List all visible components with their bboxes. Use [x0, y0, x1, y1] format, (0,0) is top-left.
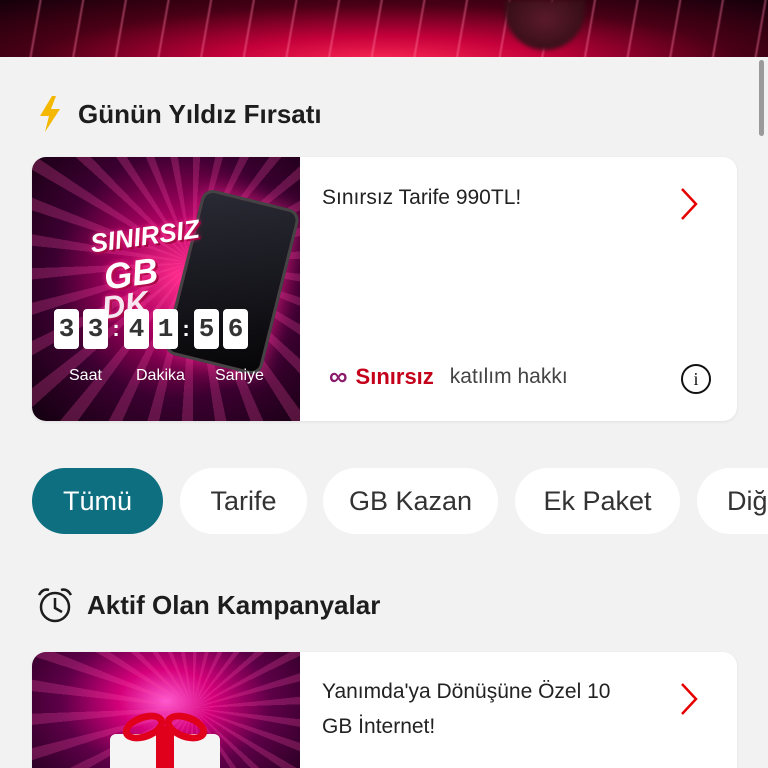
campaign-card[interactable]: Yanımda'ya Dönüşüne Özel 10 GB İnternet! — [32, 652, 737, 768]
infinity-icon: ∞ — [329, 361, 348, 391]
alarm-clock-icon — [35, 585, 75, 625]
badge-brand-text: Sınırsız — [355, 363, 434, 389]
scrollbar[interactable] — [759, 60, 764, 136]
star-deal-image: SINIRSIZ GB DK 3 3 : 4 1 : 5 6 Saat Daki… — [32, 157, 300, 421]
lightning-icon — [38, 96, 62, 132]
countdown-label-seconds: Saniye — [215, 367, 264, 384]
countdown-digit: 1 — [153, 309, 178, 349]
countdown-timer: 3 3 : 4 1 : 5 6 — [54, 309, 252, 349]
section-title-star-deal: Günün Yıldız Fırsatı — [38, 96, 322, 132]
section-title-text: Aktif Olan Kampanyalar — [87, 589, 381, 620]
countdown-digit: 6 — [223, 309, 248, 349]
chevron-right-icon[interactable] — [678, 186, 700, 222]
hero-banner-image — [0, 0, 768, 57]
filter-chip-tariff[interactable]: Tarife — [180, 468, 307, 534]
countdown-label-hours: Saat — [69, 367, 102, 384]
filter-chip-other[interactable]: Diğ — [697, 468, 768, 534]
campaign-title-line-1: Yanımda'ya Dönüşüne Özel 10 — [322, 680, 611, 703]
participation-badge: ∞ Sınırsız katılım hakkı — [329, 361, 568, 392]
countdown-separator: : — [112, 316, 120, 341]
info-icon[interactable]: i — [681, 364, 711, 394]
countdown-digit: 5 — [194, 309, 219, 349]
badge-text: katılım hakkı — [449, 364, 568, 388]
countdown-label-minutes: Dakika — [136, 367, 185, 384]
campaign-title: Yanımda'ya Dönüşüne Özel 10 GB İnternet! — [322, 674, 610, 744]
star-deal-card[interactable]: SINIRSIZ GB DK 3 3 : 4 1 : 5 6 Saat Daki… — [32, 157, 737, 421]
countdown-digit: 4 — [124, 309, 149, 349]
filter-chip-ek-paket[interactable]: Ek Paket — [515, 468, 680, 534]
campaign-title-line-2: GB İnternet! — [322, 715, 436, 738]
countdown-separator: : — [182, 316, 190, 341]
filter-chip-gb-kazan[interactable]: GB Kazan — [323, 468, 498, 534]
countdown-digit: 3 — [83, 309, 108, 349]
section-title-active-campaigns: Aktif Olan Kampanyalar — [35, 585, 380, 625]
chevron-right-icon[interactable] — [678, 681, 700, 717]
filter-chip-all[interactable]: Tümü — [32, 468, 163, 534]
section-title-text: Günün Yıldız Fırsatı — [78, 98, 322, 129]
campaign-image — [32, 652, 300, 768]
countdown-digit: 3 — [54, 309, 79, 349]
star-deal-title: Sınırsız Tarife 990TL! — [322, 186, 522, 209]
